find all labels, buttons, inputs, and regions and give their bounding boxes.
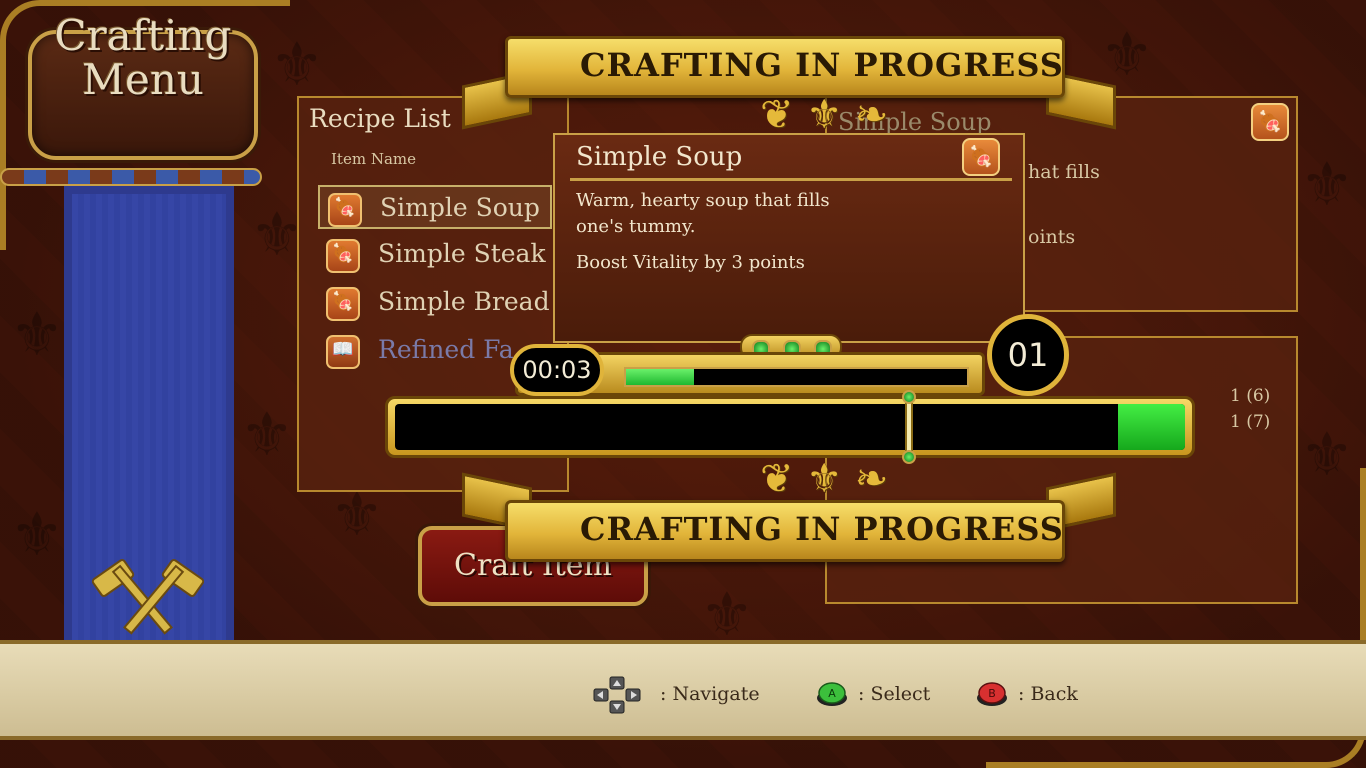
fleur-de-lis-pattern: ⚜ — [240, 400, 294, 470]
meat-icon: 🍖 — [326, 239, 360, 273]
b-button-letter: B — [988, 687, 996, 700]
recipe-item-label: Simple Bread — [378, 287, 550, 316]
timing-marker — [905, 396, 913, 458]
back-hint: : Back — [1018, 683, 1078, 705]
timing-bar-track — [395, 404, 1185, 450]
menu-title: Crafting Menu — [54, 11, 232, 104]
fleur-de-lis-pattern: ⚜ — [1100, 20, 1154, 90]
crafting-in-progress-text: CRAFTING IN PROGRESS — [580, 510, 1064, 548]
crafting-count: 01 — [987, 314, 1069, 396]
scroll-ornament-icon: ❦ ⚜ ❧ — [760, 92, 889, 138]
time-progress-fill — [626, 369, 694, 385]
recipe-item-label: Simple Steak — [378, 239, 546, 268]
recipe-item-simple-soup[interactable]: 🍖 Simple Soup — [318, 185, 552, 229]
meat-icon: 🍖 — [328, 193, 362, 227]
banner-rod — [0, 168, 262, 186]
timing-target-zone — [1118, 404, 1185, 450]
crafting-timer: 00:03 — [510, 344, 604, 396]
detail-divider — [570, 178, 1012, 181]
detail-title: Simple Soup — [576, 142, 743, 172]
dpad-icon — [593, 676, 641, 714]
fleur-de-lis-pattern: ⚜ — [1300, 150, 1354, 220]
detail-description: Warm, hearty soup that fills one's tummy… — [576, 190, 830, 237]
recipe-item-label: Refined Fa — [378, 335, 514, 364]
recipe-item-simple-steak[interactable]: 🍖 Simple Steak — [318, 233, 552, 277]
crossed-hammers-icon — [92, 559, 204, 635]
recipe-list-title: Recipe List — [309, 104, 451, 133]
item-info-effect: oints — [1028, 226, 1076, 248]
detail-effect: Boost Vitality by 3 points — [576, 252, 805, 273]
fleur-de-lis-pattern: ⚜ — [10, 300, 64, 370]
scroll-ornament-icon: ❦ ⚜ ❧ — [760, 456, 889, 502]
item-info-description: hat fills — [1028, 161, 1100, 183]
a-button-icon: A — [817, 682, 847, 706]
recipe-item-label: Simple Soup — [380, 193, 540, 222]
navigate-hint: : Navigate — [660, 683, 760, 705]
select-hint: : Select — [858, 683, 931, 705]
b-button-icon: B — [977, 682, 1007, 706]
recipe-item-refined[interactable]: 📖 Refined Fa — [318, 329, 518, 373]
material-count: 1 (6) — [1230, 386, 1271, 406]
a-button-letter: A — [828, 687, 836, 700]
marker-gem-icon — [902, 450, 916, 464]
meat-icon: 🍖 — [962, 138, 1000, 176]
crafting-in-progress-text: CRAFTING IN PROGRESS — [580, 46, 1064, 84]
meat-icon: 🍖 — [1251, 103, 1289, 141]
fleur-de-lis-pattern: ⚜ — [10, 500, 64, 570]
material-count: 1 (7) — [1230, 412, 1271, 432]
book-icon: 📖 — [326, 335, 360, 369]
meat-icon: 🍖 — [326, 287, 360, 321]
recipe-item-simple-bread[interactable]: 🍖 Simple Bread — [318, 281, 552, 325]
marker-gem-icon — [902, 390, 916, 404]
item-name-column-header: Item Name — [331, 150, 416, 168]
